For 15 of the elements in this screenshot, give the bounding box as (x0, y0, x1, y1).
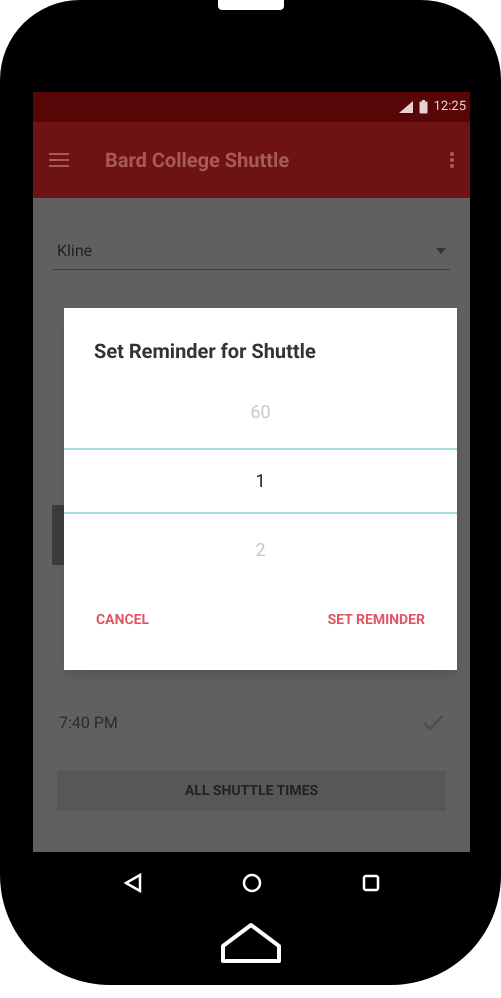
picker-value[interactable]: 1 (64, 448, 457, 514)
speaker-notch (218, 0, 284, 10)
dialog-title: Set Reminder for Shuttle (94, 338, 317, 365)
hardware-home-icon[interactable] (220, 922, 282, 964)
battery-icon (418, 100, 428, 114)
dialog-button[interactable]: CANCEL (88, 604, 158, 637)
stop-dropdown[interactable]: Kline (53, 232, 450, 270)
status-time: 12:25 (434, 98, 466, 116)
back-icon[interactable] (124, 873, 142, 893)
recents-icon[interactable] (362, 874, 380, 892)
signal-icon (398, 101, 413, 113)
home-icon[interactable] (242, 873, 262, 893)
dialog-button[interactable]: SET REMINDER (320, 604, 433, 637)
dropdown-caret-icon (436, 248, 446, 254)
app-title: Bard College Shuttle (105, 147, 290, 174)
